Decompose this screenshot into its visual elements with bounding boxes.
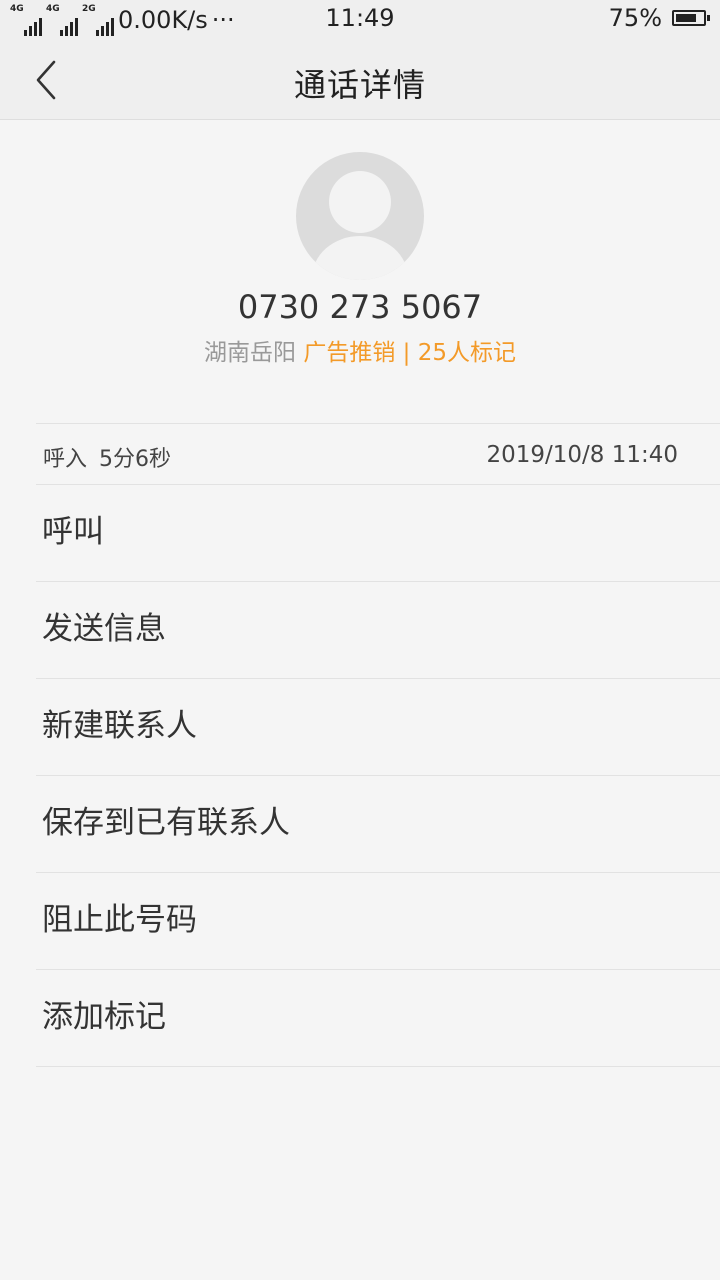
call-datetime: 2019/10/8 11:40 <box>486 442 678 468</box>
call-duration: 5分6秒 <box>99 447 172 472</box>
number-info: 湖南岳阳 广告推销 | 25人标记 <box>0 333 720 367</box>
new-contact-action[interactable]: 新建联系人 <box>36 679 720 776</box>
status-bar: 4G 4G 2G 0.00K/s ··· 11:49 75% <box>0 0 720 40</box>
call-action[interactable]: 呼叫 <box>36 485 720 582</box>
block-number-action[interactable]: 阻止此号码 <box>36 873 720 970</box>
battery-icon <box>672 10 710 26</box>
add-tag-action[interactable]: 添加标记 <box>36 970 720 1067</box>
call-type: 呼入 <box>43 447 88 472</box>
action-list: 呼叫 发送信息 新建联系人 保存到已有联系人 阻止此号码 添加标记 <box>36 485 720 1067</box>
spam-tag: 广告推销 | 25人标记 <box>303 340 516 366</box>
call-record-info: 呼入 5分6秒 <box>43 441 171 473</box>
save-to-existing-contact-action[interactable]: 保存到已有联系人 <box>36 776 720 873</box>
app-header: 通话详情 <box>0 40 720 120</box>
battery-percent: 75% <box>608 4 662 32</box>
person-icon <box>296 152 424 280</box>
status-right: 75% <box>608 4 710 32</box>
number-location: 湖南岳阳 <box>204 340 297 366</box>
avatar[interactable] <box>296 152 424 280</box>
page-title: 通话详情 <box>293 66 426 104</box>
call-record-row: 呼入 5分6秒 2019/10/8 11:40 <box>36 423 720 485</box>
send-message-action[interactable]: 发送信息 <box>36 582 720 679</box>
phone-number: 0730 273 5067 <box>237 288 483 326</box>
battery-fill <box>676 14 696 22</box>
